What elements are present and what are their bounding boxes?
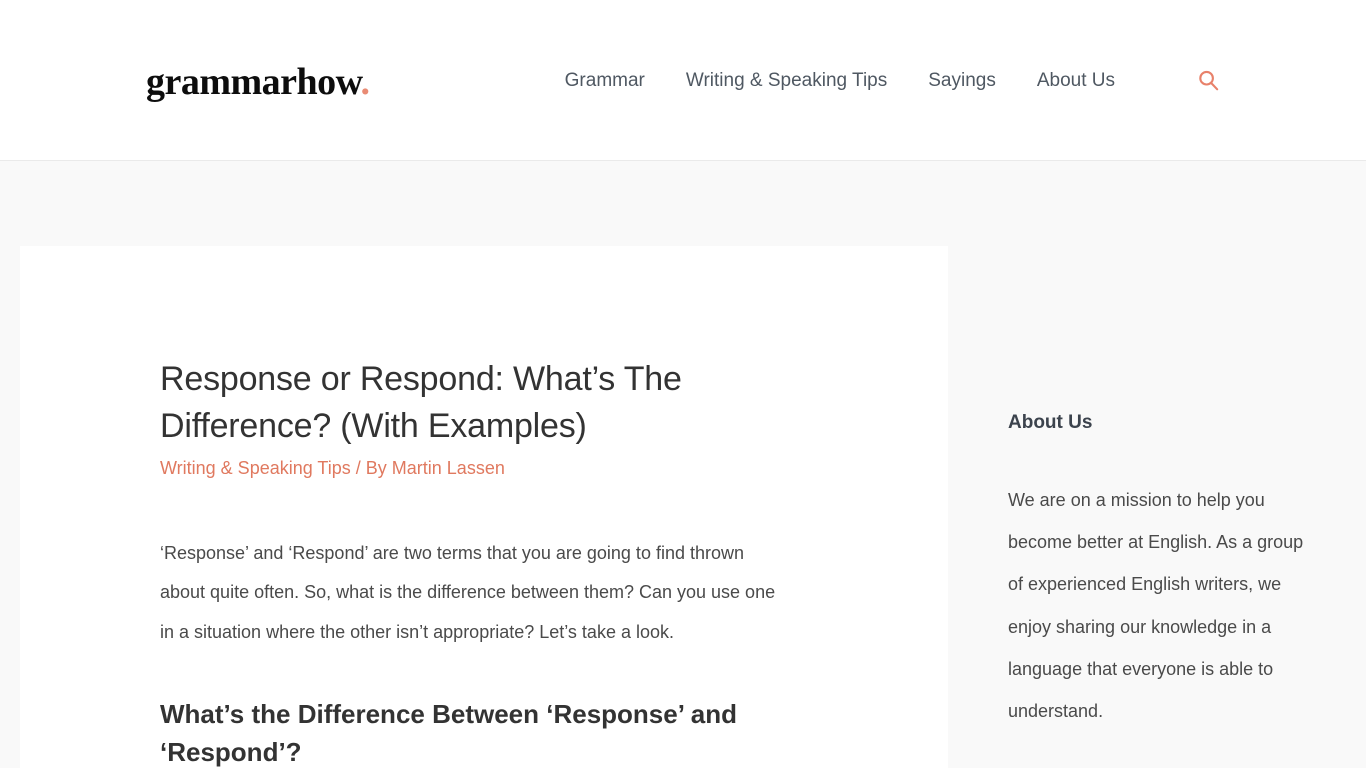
article-subheading: What’s the Difference Between ‘Response’… — [160, 698, 737, 767]
widget-about-us: About Us We are on a mission to help you… — [1008, 161, 1318, 733]
article-card: Response or Respond: What’s The Differen… — [20, 246, 948, 768]
byline-separator: / By — [350, 458, 392, 479]
main-navigation: Grammar Writing & Speaking Tips Sayings … — [565, 68, 1220, 92]
header-inner: grammarhow. Grammar Writing & Speaking T… — [0, 61, 1366, 101]
page-body: Response or Respond: What’s The Differen… — [0, 161, 1366, 768]
byline-author: Martin Lassen — [391, 458, 505, 479]
widget-title-about-us: About Us — [1008, 412, 1093, 433]
search-icon[interactable] — [1196, 68, 1220, 92]
site-header: grammarhow. Grammar Writing & Speaking T… — [0, 0, 1366, 161]
sidebar: About Us We are on a mission to help you… — [1008, 161, 1318, 768]
nav-item-about-us[interactable]: About Us — [1037, 71, 1115, 90]
article-intro-paragraph: ‘Response’ and ‘Respond’ are two terms t… — [160, 543, 776, 642]
site-logo-text: grammarhow — [146, 61, 361, 103]
nav-item-writing-speaking-tips[interactable]: Writing & Speaking Tips — [686, 71, 887, 90]
page-title: Response or Respond: What’s The Differen… — [160, 360, 682, 445]
byline-category-link[interactable]: Writing & Speaking Tips — [160, 458, 351, 478]
search-icon-glyph — [1198, 70, 1218, 90]
about-us-text: We are on a mission to help you become b… — [1008, 489, 1304, 722]
nav-item-grammar[interactable]: Grammar — [565, 71, 645, 90]
site-logo-dot: . — [360, 61, 371, 103]
article-byline: Writing & Speaking Tips / By Martin Lass… — [160, 455, 788, 482]
nav-item-sayings[interactable]: Sayings — [928, 71, 996, 90]
site-logo[interactable]: grammarhow. — [146, 63, 370, 101]
